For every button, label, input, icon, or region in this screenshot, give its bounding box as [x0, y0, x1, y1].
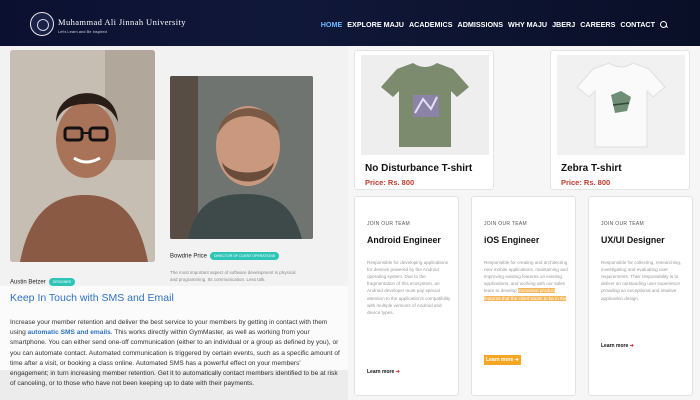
portrait-bearded-man-image: [170, 76, 313, 239]
job-card-android: JOIN OUR TEAM Android Engineer Responsib…: [354, 196, 459, 396]
role-badge: DIRECTOR OF CLIENT OPERATIONS: [210, 252, 280, 260]
product-name: No Disturbance T-shirt: [365, 163, 473, 174]
product-name: Zebra T-shirt: [561, 163, 622, 174]
nav-why-maju[interactable]: WHY MAJU: [508, 20, 547, 29]
person-bowdrie: Bowdrie Price DIRECTOR OF CLIENT OPERATIO…: [170, 252, 280, 260]
arrow-right-icon: ➜: [395, 369, 400, 375]
nav-admissions[interactable]: ADMISSIONS: [458, 20, 504, 29]
tshirt-icon: [557, 55, 685, 155]
nav-explore-maju[interactable]: EXPLORE MAJU: [347, 20, 404, 29]
nav-contact[interactable]: CONTACT: [620, 20, 655, 29]
portrait-young-man-image: [10, 50, 155, 262]
brand-tagline: Let's Learn and Be Inspired: [58, 29, 107, 34]
site-header: Muhammad Ali Jinnah University Let's Lea…: [0, 0, 700, 46]
team-photo-austin: [10, 50, 155, 262]
job-title: Android Engineer: [367, 235, 441, 245]
product-price: Price: Rs. 800: [365, 178, 415, 187]
job-description: Responsible for collecting, researching,…: [601, 260, 682, 301]
job-card-ios: JOIN OUR TEAM iOS Engineer Responsible f…: [471, 196, 576, 396]
nav-jberj[interactable]: JBERJ: [552, 20, 575, 29]
learn-more-link[interactable]: Learn more ➜: [601, 343, 634, 349]
main-nav: HOME EXPLORE MAJU ACADEMICS ADMISSIONS W…: [321, 20, 668, 29]
job-description: Responsible for creating and architectin…: [484, 260, 568, 301]
job-card-uxui: JOIN OUR TEAM UX/UI Designer Responsible…: [588, 196, 693, 396]
job-title: iOS Engineer: [484, 235, 540, 245]
job-description: Responsible for developing applications …: [367, 260, 451, 315]
left-panel: Austin Betzer DESIGNER Bowdrie Price DIREC…: [0, 46, 348, 400]
person-name: Bowdrie Price: [170, 253, 208, 260]
learn-more-link[interactable]: Learn more ➜: [367, 369, 400, 375]
product-image: [361, 55, 489, 155]
sms-title: Keep In Touch with SMS and Email: [10, 292, 174, 304]
person-austin: Austin Betzer DESIGNER: [10, 278, 75, 286]
job-kicker: JOIN OUR TEAM: [484, 221, 527, 227]
job-title: UX/UI Designer: [601, 235, 665, 245]
product-card[interactable]: No Disturbance T-shirt Price: Rs. 800: [354, 50, 494, 190]
right-panel: No Disturbance T-shirt Price: Rs. 800 Ze…: [348, 46, 700, 400]
person-bio: The most important aspect of software de…: [170, 270, 296, 282]
arrow-right-icon: ➜: [629, 343, 634, 349]
job-kicker: JOIN OUR TEAM: [601, 221, 644, 227]
sms-section: Keep In Touch with SMS and Email Increas…: [0, 286, 348, 400]
nav-careers[interactable]: CAREERS: [580, 20, 615, 29]
search-icon[interactable]: [660, 20, 668, 29]
person-name: Austin Betzer: [10, 279, 46, 286]
product-card[interactable]: Zebra T-shirt Price: Rs. 800: [550, 50, 690, 190]
sms-link[interactable]: automatic SMS and emails: [28, 329, 111, 336]
team-photo-bowdrie: [170, 76, 313, 239]
nav-academics[interactable]: ACADEMICS: [409, 20, 453, 29]
product-price: Price: Rs. 800: [561, 178, 611, 187]
tshirt-icon: [361, 55, 489, 155]
selection-overlay: [0, 370, 348, 400]
arrow-right-icon: ➜: [514, 357, 519, 363]
job-kicker: JOIN OUR TEAM: [367, 221, 410, 227]
role-badge: DESIGNER: [48, 278, 75, 286]
brand-name[interactable]: Muhammad Ali Jinnah University: [58, 17, 186, 27]
product-image: [557, 55, 685, 155]
nav-home[interactable]: HOME: [321, 20, 343, 29]
university-logo-icon[interactable]: [30, 12, 54, 36]
learn-more-link[interactable]: Learn more ➜: [484, 355, 521, 365]
